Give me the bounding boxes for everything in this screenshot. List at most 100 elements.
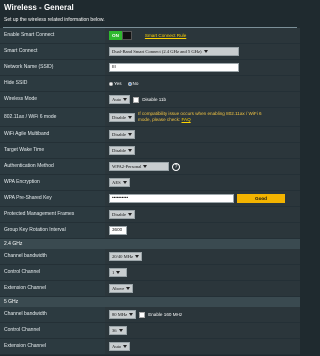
page-subtitle: Set up the wireless related information …: [4, 17, 105, 23]
section-5ghz-header: 5 GHz: [0, 297, 300, 307]
wireless-mode-select[interactable]: Auto: [109, 95, 131, 104]
radio-no-label: No: [132, 81, 139, 86]
wifi6-value: Disable: [112, 114, 127, 120]
label-5-control: Control Channel: [0, 323, 105, 338]
page-title: Wireless - General: [4, 3, 74, 12]
5-control-value: 36: [112, 328, 117, 333]
label-gk-interval: Group Key Rotation Interval: [0, 223, 105, 238]
24-extension-select[interactable]: Above: [109, 284, 134, 293]
faq-link[interactable]: FAQ: [181, 117, 190, 122]
smart-connect-rule-link[interactable]: Smart Connect Rule: [145, 33, 186, 38]
label-hide-ssid: Hide SSID: [0, 76, 105, 91]
row-hide-ssid: Hide SSID Yes No: [0, 76, 300, 92]
5-extension-value: Auto: [112, 344, 122, 349]
radio-yes-label: Yes: [114, 81, 122, 86]
5-extension-select[interactable]: Auto: [109, 342, 131, 351]
twt-value: Disable: [112, 148, 127, 153]
5-bandwidth-value: 80 MHz: [112, 312, 128, 317]
row-5-bandwidth: Channel bandwidth 80 MHz Enable 160 MHz: [0, 307, 300, 323]
smart-connect-toggle[interactable]: ON: [109, 31, 132, 40]
smart-connect-select[interactable]: Dual-Band Smart Connect (2.4 GHz and 5 G…: [109, 47, 239, 56]
label-5-bandwidth: Channel bandwidth: [0, 307, 105, 322]
row-5-extension: Extension Channel Auto: [0, 339, 300, 355]
label-ssid: Network Name (SSID): [0, 60, 105, 75]
24-extension-value: Above: [112, 286, 125, 291]
chevron-down-icon: [123, 98, 128, 101]
pmf-select[interactable]: Disable: [109, 210, 136, 219]
label-24-bandwidth: Channel bandwidth: [0, 249, 105, 264]
row-agile: WiFi Agile Multiband Disable: [0, 127, 300, 143]
disable-11b-checkbox[interactable]: [133, 96, 140, 103]
5-bandwidth-select[interactable]: 80 MHz: [109, 310, 137, 319]
row-smart-connect: Smart Connect Dual-Band Smart Connect (2…: [0, 44, 300, 60]
hide-ssid-yes-radio[interactable]: Yes: [109, 81, 122, 86]
label-agile: WiFi Agile Multiband: [0, 127, 105, 142]
row-pmf: Protected Management Frames Disable: [0, 207, 300, 223]
24-control-value: 1: [112, 270, 115, 275]
wireless-general-panel: Wireless - General Set up the wireless r…: [0, 0, 300, 356]
chevron-down-icon: [135, 255, 140, 258]
auth-value: WPA2-Personal: [112, 164, 142, 169]
24-bandwidth-select[interactable]: 20/40 MHz: [109, 252, 143, 261]
hide-ssid-no-radio[interactable]: No: [127, 81, 139, 86]
ssid-input[interactable]: III: [109, 63, 239, 72]
chevron-down-icon: [122, 181, 127, 184]
row-24-extension: Extension Channel Above: [0, 281, 300, 297]
row-wireless-mode: Wireless Mode Auto Disable 11b: [0, 92, 300, 108]
5-control-select[interactable]: 36: [109, 326, 127, 335]
label-psk: WPA Pre-Shared Key: [0, 191, 105, 206]
row-24-control: Control Channel 1: [0, 265, 300, 281]
label-smart-connect: Smart Connect: [0, 44, 105, 59]
chevron-down-icon: [126, 287, 131, 290]
toggle-on-label: ON: [109, 31, 122, 40]
wifi6-note: If compatibility issue occurs when enabl…: [138, 111, 268, 123]
enable-160-checkbox[interactable]: [139, 311, 146, 318]
auth-select[interactable]: WPA2-Personal: [109, 162, 169, 171]
section-24ghz-header: 2.4 GHz: [0, 239, 300, 249]
wireless-mode-value: Auto: [112, 97, 122, 102]
label-24-extension: Extension Channel: [0, 281, 105, 296]
label-wpa-enc: WPA Encryption: [0, 175, 105, 190]
chevron-down-icon: [143, 165, 148, 168]
label-5-extension: Extension Channel: [0, 339, 105, 354]
help-icon[interactable]: ?: [172, 162, 180, 171]
24-bandwidth-value: 20/40 MHz: [112, 254, 134, 259]
password-strength-badge: Good: [237, 194, 285, 203]
row-ssid: Network Name (SSID) III: [0, 60, 300, 76]
chevron-down-icon: [123, 345, 128, 348]
psk-input[interactable]: ••••••••••: [109, 194, 234, 203]
chevron-down-icon: [128, 213, 133, 216]
gk-interval-input[interactable]: 3600: [109, 226, 127, 235]
label-twt: Target Wake Time: [0, 143, 105, 158]
wpa-enc-select[interactable]: AES: [109, 178, 130, 187]
row-gk-interval: Group Key Rotation Interval 3600: [0, 223, 300, 239]
radio-dot-selected-icon: [127, 81, 132, 86]
label-wifi6: 802.11ax / WiFi 6 mode: [0, 108, 105, 126]
agile-select[interactable]: Disable: [109, 130, 136, 139]
twt-select[interactable]: Disable: [109, 146, 136, 155]
chevron-down-icon: [203, 50, 208, 53]
chevron-down-icon: [116, 271, 121, 274]
chevron-down-icon: [128, 133, 133, 136]
label-wireless-mode: Wireless Mode: [0, 92, 105, 107]
row-wpa-enc: WPA Encryption AES: [0, 175, 300, 191]
chevron-down-icon: [128, 115, 133, 119]
wifi6-select[interactable]: Disable: [109, 112, 136, 122]
label-auth: Authentication Method: [0, 159, 105, 174]
radio-dot-icon: [109, 81, 113, 86]
row-auth: Authentication Method WPA2-Personal ?: [0, 159, 300, 175]
chevron-down-icon: [128, 149, 133, 152]
chevron-down-icon: [129, 313, 134, 316]
24-control-select[interactable]: 1: [109, 268, 127, 277]
pmf-value: Disable: [112, 212, 127, 217]
row-wifi6: 802.11ax / WiFi 6 mode Disable If compat…: [0, 108, 300, 127]
label-pmf: Protected Management Frames: [0, 207, 105, 222]
row-twt: Target Wake Time Disable: [0, 143, 300, 159]
chevron-down-icon: [118, 329, 123, 332]
wpa-enc-value: AES: [112, 180, 121, 185]
label-24-control: Control Channel: [0, 265, 105, 280]
wifi6-note-text: If compatibility issue occurs when enabl…: [138, 111, 262, 122]
disable-11b-label: Disable 11b: [142, 97, 167, 102]
toggle-knob: [121, 31, 132, 40]
enable-160-label: Enable 160 MHz: [148, 312, 183, 317]
